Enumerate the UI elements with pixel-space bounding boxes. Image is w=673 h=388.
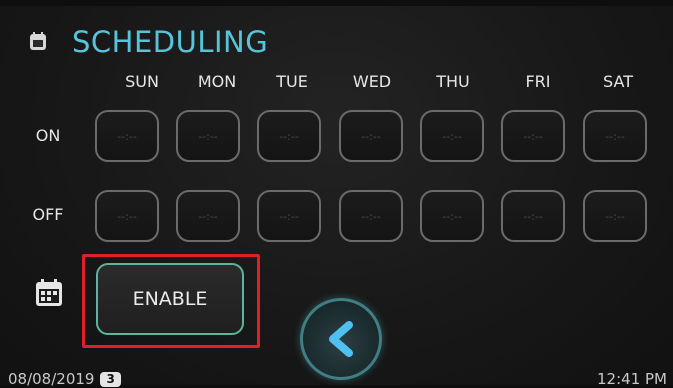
status-time: 12:41 PM (597, 370, 667, 388)
status-date: 08/08/2019 (8, 370, 95, 388)
on-time-fri[interactable]: --:-- (501, 110, 565, 162)
on-time-sat[interactable]: --:-- (583, 110, 647, 162)
day-label-fri: FRI (525, 72, 551, 91)
scheduling-screen: SCHEDULING SUN MON TUE WED THU FRI SAT O… (0, 6, 673, 388)
back-button[interactable] (300, 298, 382, 380)
enable-button[interactable]: ENABLE (96, 263, 244, 335)
calendar-grid-icon (36, 279, 62, 306)
notification-badge: 3 (100, 371, 121, 387)
off-time-tue[interactable]: --:-- (257, 190, 321, 242)
off-time-wed[interactable]: --:-- (339, 190, 403, 242)
day-label-wed: WED (352, 72, 392, 91)
chevron-left-icon (329, 321, 353, 357)
off-time-sun[interactable]: --:-- (95, 190, 159, 242)
on-time-tue[interactable]: --:-- (257, 110, 321, 162)
day-label-sun: SUN (125, 72, 159, 91)
day-label-mon: MON (197, 72, 237, 91)
on-time-mon[interactable]: --:-- (176, 110, 240, 162)
day-label-thu: THU (436, 72, 470, 91)
day-label-tue: TUE (276, 72, 308, 91)
row-label-off: OFF (32, 205, 64, 224)
on-time-wed[interactable]: --:-- (339, 110, 403, 162)
off-time-mon[interactable]: --:-- (176, 190, 240, 242)
calendar-icon (30, 32, 46, 50)
off-time-fri[interactable]: --:-- (501, 190, 565, 242)
off-time-sat[interactable]: --:-- (583, 190, 647, 242)
day-label-sat: SAT (603, 72, 633, 91)
on-time-thu[interactable]: --:-- (420, 110, 484, 162)
status-date-group: 08/08/2019 3 (8, 370, 121, 388)
off-time-thu[interactable]: --:-- (420, 190, 484, 242)
header: SCHEDULING (30, 26, 268, 58)
on-time-sun[interactable]: --:-- (95, 110, 159, 162)
row-label-on: ON (35, 126, 61, 145)
page-title: SCHEDULING (72, 25, 269, 59)
